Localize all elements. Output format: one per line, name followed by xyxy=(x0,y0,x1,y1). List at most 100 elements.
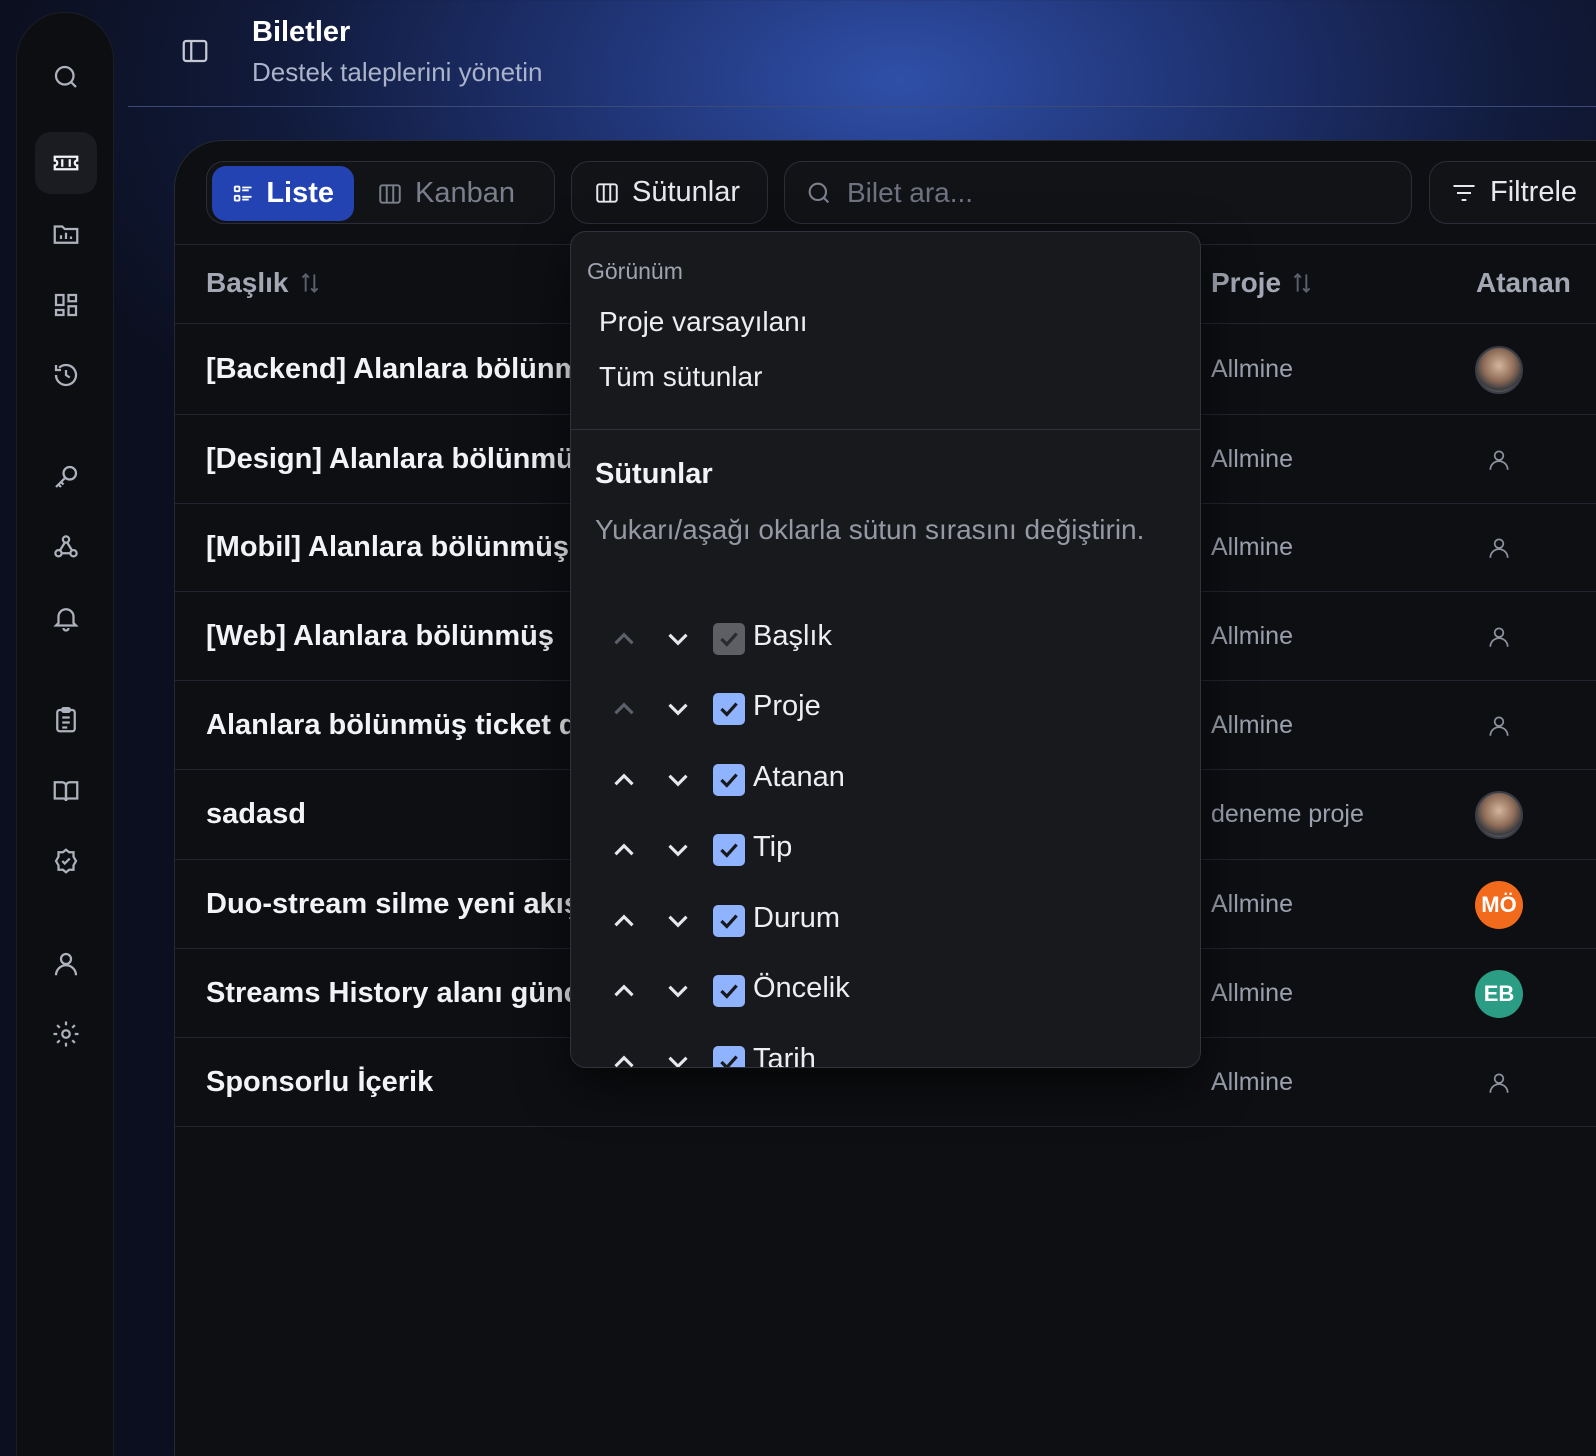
move-down-chevron-icon[interactable] xyxy=(661,622,695,656)
unassigned-user-icon[interactable] xyxy=(1475,702,1523,750)
ticket-project: Allmine xyxy=(1211,710,1293,739)
filter-icon xyxy=(1453,184,1475,201)
move-up-chevron-icon[interactable] xyxy=(607,763,641,797)
kanban-icon xyxy=(379,183,401,204)
move-up-chevron-icon[interactable] xyxy=(607,622,641,656)
column-checkbox[interactable] xyxy=(713,764,745,796)
assignee-avatar[interactable] xyxy=(1475,791,1523,839)
dashboard-icon[interactable] xyxy=(49,288,83,322)
column-option: Proje xyxy=(607,690,1167,730)
sort-icon xyxy=(301,272,318,294)
history-icon[interactable] xyxy=(49,358,83,392)
column-option-label: Öncelik xyxy=(753,972,850,1004)
ticket-project: Allmine xyxy=(1211,1067,1293,1096)
header-divider xyxy=(128,106,1596,107)
icon-rail xyxy=(16,12,114,1456)
ticket-project: Allmine xyxy=(1211,621,1293,650)
ticket-project: Allmine xyxy=(1211,444,1293,473)
column-header-project[interactable]: Proje xyxy=(1211,267,1315,299)
view-toggle: Liste Kanban xyxy=(206,161,555,224)
columns-hint: Yukarı/aşağı oklarla sütun sırasını deği… xyxy=(595,514,1145,545)
column-checkbox[interactable] xyxy=(713,693,745,725)
ticket-project: deneme proje xyxy=(1211,800,1364,828)
move-down-chevron-icon[interactable] xyxy=(661,763,695,797)
search-box xyxy=(784,161,1412,224)
list-icon xyxy=(233,185,252,201)
page-subtitle: Destek taleplerini yönetin xyxy=(252,57,543,87)
ticket-title: Duo-stream silme yeni akış xyxy=(206,887,580,920)
webhook-icon[interactable] xyxy=(49,530,83,564)
column-option-label: Durum xyxy=(753,902,841,934)
badge-icon[interactable] xyxy=(49,844,83,878)
column-header-assignee[interactable]: Atanan xyxy=(1476,267,1571,299)
column-header-assignee-label: Atanan xyxy=(1476,267,1571,298)
column-option: Öncelik xyxy=(607,972,1167,1012)
list-view-button[interactable]: Liste xyxy=(212,166,354,221)
column-option: Durum xyxy=(607,902,1167,942)
column-checkbox[interactable] xyxy=(713,905,745,937)
column-checkbox[interactable] xyxy=(713,834,745,866)
key-icon[interactable] xyxy=(49,460,83,494)
filter-button-label: Filtrele xyxy=(1490,176,1578,208)
folder-chart-icon[interactable] xyxy=(49,217,83,251)
clipboard-icon[interactable] xyxy=(49,703,83,737)
move-up-chevron-icon[interactable] xyxy=(607,833,641,867)
kanban-view-label: Kanban xyxy=(415,177,515,209)
bell-icon[interactable] xyxy=(49,601,83,635)
ticket-search-input[interactable] xyxy=(847,176,1367,209)
book-icon[interactable] xyxy=(49,774,83,808)
column-header-title-label: Başlık xyxy=(206,267,289,298)
ticket-title: [Design] Alanlara bölünmüş xyxy=(206,442,591,475)
ticket-project: Allmine xyxy=(1211,889,1293,918)
move-down-chevron-icon[interactable] xyxy=(661,833,695,867)
user-icon[interactable] xyxy=(49,947,83,981)
assignee-initials-avatar[interactable]: EB xyxy=(1475,969,1523,1018)
ticket-title: Sponsorlu İçerik xyxy=(206,1065,434,1098)
column-header-project-label: Proje xyxy=(1211,267,1282,298)
unassigned-user-icon[interactable] xyxy=(1475,613,1523,661)
column-option: Atanan xyxy=(607,761,1167,801)
assignee-avatar[interactable] xyxy=(1475,346,1523,394)
move-up-chevron-icon[interactable] xyxy=(607,904,641,938)
move-down-chevron-icon[interactable] xyxy=(661,904,695,938)
column-option: Tip xyxy=(607,831,1167,871)
column-option-label: Proje xyxy=(753,690,821,722)
column-option: Tarih xyxy=(607,1043,1167,1067)
column-option: Başlık xyxy=(607,620,1167,660)
move-up-chevron-icon[interactable] xyxy=(607,1045,641,1067)
kanban-view-button[interactable]: Kanban xyxy=(357,166,547,221)
unassigned-user-icon[interactable] xyxy=(1475,436,1523,484)
column-checkbox[interactable] xyxy=(713,1046,745,1067)
columns-menu: Görünüm Proje varsayılanı Tüm sütunlar S… xyxy=(570,231,1201,1068)
search-icon[interactable] xyxy=(49,60,83,94)
move-down-chevron-icon[interactable] xyxy=(661,692,695,726)
column-option-label: Başlık xyxy=(753,620,832,652)
view-option-all-columns[interactable]: Tüm sütunlar xyxy=(599,361,762,393)
columns-heading: Sütunlar xyxy=(595,458,713,490)
settings-icon[interactable] xyxy=(49,1017,83,1051)
columns-icon xyxy=(596,182,618,203)
column-option-label: Tip xyxy=(753,831,793,863)
move-down-chevron-icon[interactable] xyxy=(661,974,695,1008)
unassigned-user-icon[interactable] xyxy=(1475,1059,1523,1107)
sidebar-toggle-icon[interactable] xyxy=(180,36,210,66)
view-option-project-default[interactable]: Proje varsayılanı xyxy=(599,306,808,338)
columns-button[interactable]: Sütunlar xyxy=(571,161,768,224)
ticket-icon[interactable] xyxy=(35,132,97,194)
ticket-title: Alanlara bölünmüş ticket d xyxy=(206,708,577,741)
column-header-title[interactable]: Başlık xyxy=(206,267,323,299)
move-up-chevron-icon[interactable] xyxy=(607,692,641,726)
ticket-project: Allmine xyxy=(1211,978,1293,1007)
move-up-chevron-icon[interactable] xyxy=(607,974,641,1008)
columns-button-label: Sütunlar xyxy=(632,176,741,208)
assignee-initials-avatar[interactable]: MÖ xyxy=(1475,880,1523,929)
filter-button[interactable]: Filtrele xyxy=(1429,161,1596,224)
ticket-title: [Backend] Alanlara bölünmüş xyxy=(206,353,615,385)
view-section-label: Görünüm xyxy=(587,258,683,284)
search-icon xyxy=(808,182,830,203)
column-checkbox[interactable] xyxy=(713,623,745,655)
unassigned-user-icon[interactable] xyxy=(1475,524,1523,572)
column-checkbox[interactable] xyxy=(713,975,745,1007)
page-title: Biletler xyxy=(252,16,351,48)
move-down-chevron-icon[interactable] xyxy=(661,1045,695,1067)
